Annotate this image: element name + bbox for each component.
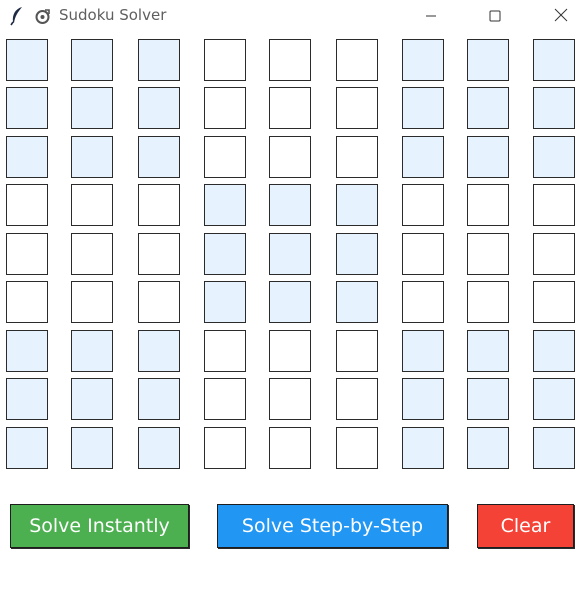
- sudoku-cell[interactable]: [533, 330, 575, 372]
- sudoku-cell[interactable]: [204, 330, 246, 372]
- gear-icon[interactable]: [34, 8, 51, 25]
- sudoku-cell[interactable]: [402, 233, 444, 275]
- sudoku-cell[interactable]: [336, 281, 378, 323]
- sudoku-cell[interactable]: [138, 330, 180, 372]
- sudoku-cell[interactable]: [138, 378, 180, 420]
- sudoku-cell[interactable]: [138, 281, 180, 323]
- sudoku-cell[interactable]: [402, 281, 444, 323]
- solve-instantly-button[interactable]: Solve Instantly: [10, 504, 189, 548]
- sudoku-cell[interactable]: [6, 427, 48, 469]
- sudoku-cell[interactable]: [402, 378, 444, 420]
- minimize-button[interactable]: [408, 0, 454, 32]
- sudoku-cell[interactable]: [6, 330, 48, 372]
- sudoku-cell[interactable]: [71, 281, 113, 323]
- sudoku-cell[interactable]: [138, 233, 180, 275]
- sudoku-cell[interactable]: [138, 427, 180, 469]
- sudoku-cell[interactable]: [6, 39, 48, 81]
- sudoku-cell[interactable]: [269, 39, 311, 81]
- sudoku-cell[interactable]: [204, 87, 246, 129]
- sudoku-cell[interactable]: [533, 136, 575, 178]
- minimize-icon: [425, 7, 437, 26]
- sudoku-cell[interactable]: [204, 184, 246, 226]
- sudoku-cell[interactable]: [402, 87, 444, 129]
- maximize-button[interactable]: [472, 0, 518, 32]
- sudoku-cell[interactable]: [204, 378, 246, 420]
- sudoku-cell[interactable]: [71, 87, 113, 129]
- sudoku-cell[interactable]: [533, 233, 575, 275]
- sudoku-cell[interactable]: [269, 233, 311, 275]
- sudoku-cell[interactable]: [269, 330, 311, 372]
- sudoku-cell[interactable]: [467, 233, 509, 275]
- sudoku-cell[interactable]: [269, 87, 311, 129]
- sudoku-cell[interactable]: [138, 136, 180, 178]
- sudoku-cell[interactable]: [336, 87, 378, 129]
- sudoku-cell[interactable]: [269, 281, 311, 323]
- sudoku-cell[interactable]: [533, 427, 575, 469]
- sudoku-cell[interactable]: [71, 378, 113, 420]
- sudoku-cell[interactable]: [6, 281, 48, 323]
- sudoku-cell[interactable]: [6, 378, 48, 420]
- sudoku-cell[interactable]: [204, 233, 246, 275]
- sudoku-cell[interactable]: [269, 427, 311, 469]
- sudoku-cell[interactable]: [336, 136, 378, 178]
- sudoku-cell[interactable]: [71, 184, 113, 226]
- sudoku-cell[interactable]: [138, 87, 180, 129]
- sudoku-cell[interactable]: [71, 39, 113, 81]
- feather-icon: [9, 6, 25, 26]
- sudoku-cell[interactable]: [269, 136, 311, 178]
- sudoku-cell[interactable]: [71, 330, 113, 372]
- sudoku-cell[interactable]: [336, 39, 378, 81]
- sudoku-cell[interactable]: [402, 330, 444, 372]
- window-title: Sudoku Solver: [59, 6, 167, 24]
- sudoku-cell[interactable]: [138, 184, 180, 226]
- sudoku-cell[interactable]: [336, 427, 378, 469]
- sudoku-cell[interactable]: [402, 427, 444, 469]
- sudoku-cell[interactable]: [71, 427, 113, 469]
- sudoku-cell[interactable]: [269, 378, 311, 420]
- clear-button[interactable]: Clear: [477, 504, 574, 548]
- sudoku-cell[interactable]: [6, 184, 48, 226]
- sudoku-cell[interactable]: [336, 233, 378, 275]
- sudoku-cell[interactable]: [533, 87, 575, 129]
- sudoku-cell[interactable]: [467, 136, 509, 178]
- close-icon: [554, 7, 568, 26]
- sudoku-cell[interactable]: [6, 87, 48, 129]
- sudoku-cell[interactable]: [71, 136, 113, 178]
- sudoku-cell[interactable]: [204, 427, 246, 469]
- sudoku-cell[interactable]: [533, 378, 575, 420]
- sudoku-cell[interactable]: [467, 87, 509, 129]
- sudoku-cell[interactable]: [138, 39, 180, 81]
- solve-step-by-step-button[interactable]: Solve Step-by-Step: [217, 504, 448, 548]
- sudoku-cell[interactable]: [533, 281, 575, 323]
- sudoku-cell[interactable]: [467, 378, 509, 420]
- sudoku-cell[interactable]: [71, 233, 113, 275]
- sudoku-cell[interactable]: [336, 378, 378, 420]
- sudoku-cell[interactable]: [467, 39, 509, 81]
- sudoku-cell[interactable]: [204, 39, 246, 81]
- sudoku-cell[interactable]: [6, 136, 48, 178]
- sudoku-cell[interactable]: [269, 184, 311, 226]
- sudoku-cell[interactable]: [533, 184, 575, 226]
- sudoku-cell[interactable]: [204, 281, 246, 323]
- sudoku-cell[interactable]: [336, 184, 378, 226]
- maximize-icon: [489, 7, 501, 26]
- main-content: Solve Instantly Solve Step-by-Step Clear: [0, 32, 587, 600]
- title-bar: Sudoku Solver: [0, 0, 587, 32]
- sudoku-grid: [0, 32, 587, 482]
- sudoku-cell[interactable]: [6, 233, 48, 275]
- sudoku-cell[interactable]: [533, 39, 575, 81]
- sudoku-cell[interactable]: [204, 136, 246, 178]
- close-button[interactable]: [538, 0, 584, 32]
- sudoku-cell[interactable]: [402, 39, 444, 81]
- sudoku-cell[interactable]: [467, 281, 509, 323]
- sudoku-cell[interactable]: [467, 330, 509, 372]
- sudoku-cell[interactable]: [336, 330, 378, 372]
- sudoku-cell[interactable]: [467, 184, 509, 226]
- sudoku-cell[interactable]: [402, 184, 444, 226]
- sudoku-cell[interactable]: [402, 136, 444, 178]
- sudoku-cell[interactable]: [467, 427, 509, 469]
